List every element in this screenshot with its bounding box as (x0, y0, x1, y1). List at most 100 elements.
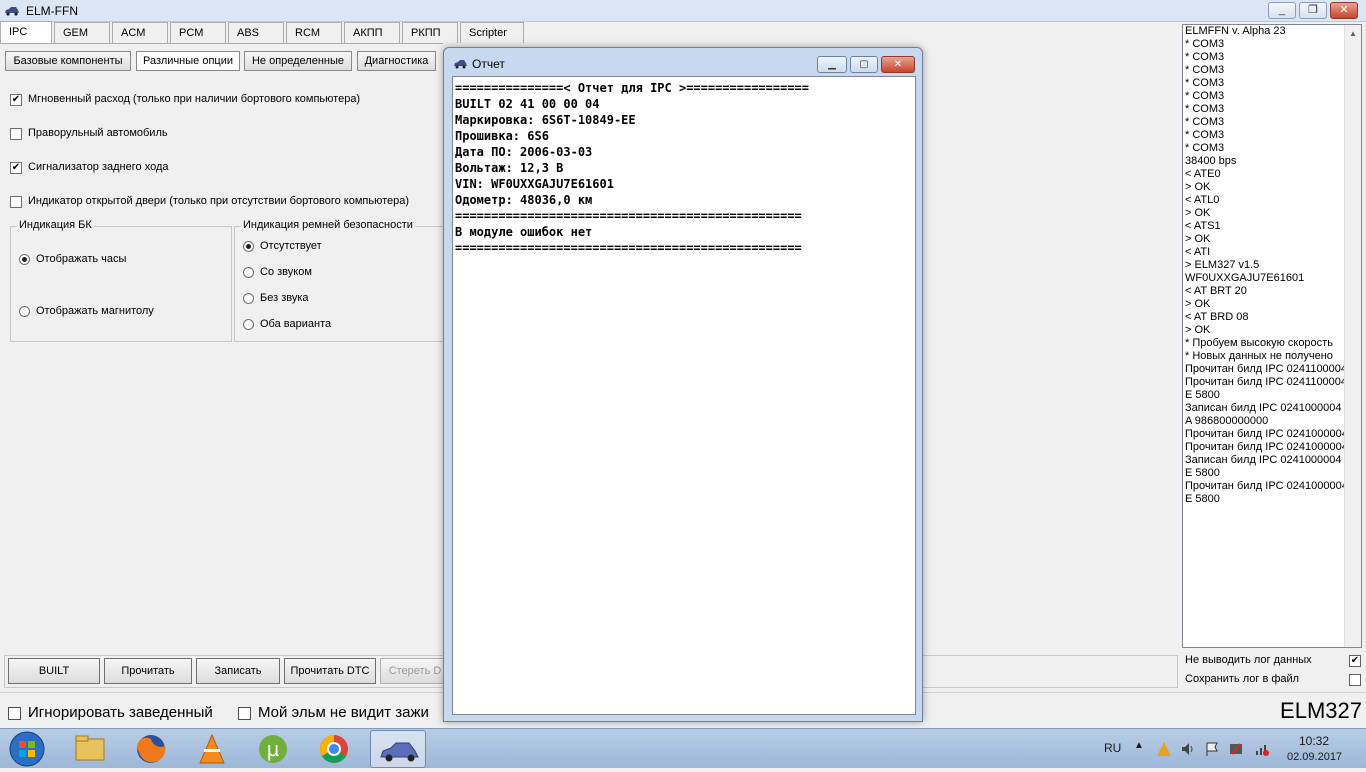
taskbar-vlc[interactable] (184, 730, 240, 768)
taskbar-elm-ffn[interactable] (370, 730, 426, 768)
radio-button[interactable] (243, 267, 254, 278)
adapter-label: ELM327 (1280, 698, 1362, 723)
read-dtc-button[interactable]: Прочитать DTC (284, 658, 376, 684)
dialog-title: Отчет (472, 57, 505, 71)
tab-abs[interactable]: ABS (228, 22, 284, 43)
report-line: В модуле ошибок нет (455, 225, 593, 239)
car-icon (5, 7, 19, 16)
checkbox[interactable] (8, 707, 21, 720)
log-line: < AT BRT 20 (1185, 285, 1247, 297)
dialog-close-button[interactable]: ✕ (881, 56, 915, 73)
checkbox[interactable]: ✔ (10, 162, 22, 174)
log-line: > OK (1185, 233, 1211, 245)
log-line: * Новых данных не получено (1185, 350, 1333, 362)
option-label: Индикатор открытой двери (только при отс… (28, 195, 410, 207)
radio-button[interactable] (243, 241, 254, 252)
log-line: > OK (1185, 298, 1211, 310)
taskbar-explorer[interactable] (62, 730, 118, 768)
clear-dtc-button[interactable]: Стереть D (380, 658, 450, 684)
checkbox[interactable] (238, 707, 251, 720)
report-text: ===============< Отчет для IPC >========… (452, 76, 916, 715)
tab-ipc[interactable]: IPC (0, 21, 52, 44)
main-titlebar: ELM-FFN _ ❐ ✕ (0, 0, 1366, 22)
log-line: E 5800 (1185, 389, 1220, 401)
log-line: Прочитан билд IPC 0241100004 (1185, 363, 1348, 375)
checkbox[interactable] (10, 196, 22, 208)
subtab-undefined[interactable]: Не определенные (244, 51, 352, 71)
dialog-maximize-button[interactable]: ▢ (850, 56, 878, 73)
tab-akpp[interactable]: АКПП (344, 22, 400, 43)
log-line: * COM3 (1185, 129, 1225, 141)
checkbox[interactable]: ✔ (1349, 655, 1361, 667)
tab-rkpp[interactable]: РКПП (402, 22, 458, 43)
log-line: * COM3 (1185, 103, 1225, 115)
language-indicator[interactable]: RU (1104, 741, 1121, 755)
save-log-option[interactable]: Сохранить лог в файл (1185, 673, 1365, 689)
write-button[interactable]: Записать (196, 658, 280, 684)
log-line: * COM3 (1185, 142, 1225, 154)
no-log-option[interactable]: Не выводить лог данных ✔ (1185, 654, 1365, 670)
report-line: ========================================… (455, 209, 802, 223)
minimize-button[interactable]: _ (1268, 2, 1296, 19)
log-scrollbar[interactable]: ▲ (1344, 25, 1361, 647)
scroll-up-icon[interactable]: ▲ (1345, 25, 1361, 42)
maximize-button[interactable]: ❐ (1299, 2, 1327, 19)
device-icon[interactable] (1228, 741, 1244, 757)
log-line: Прочитан билд IPC 0241000004 (1185, 480, 1348, 492)
log-line: E 5800 (1185, 493, 1220, 505)
log-panel[interactable]: ELMFFN v. Alpha 23 * COM3 * COM3 * COM3 * CO… (1182, 24, 1362, 648)
tab-scripter[interactable]: Scripter (460, 22, 524, 43)
taskbar-chrome[interactable] (306, 730, 362, 768)
subtab-base-components[interactable]: Базовые компоненты (5, 51, 131, 71)
taskbar-firefox[interactable] (123, 730, 179, 768)
log-line: Записан билд IPC 0241000004 (1185, 402, 1342, 414)
volume-icon[interactable] (1180, 741, 1196, 757)
log-line: > OK (1185, 207, 1211, 219)
clock-date[interactable]: 02.09.2017 (1287, 751, 1342, 763)
clock-time[interactable]: 10:32 (1299, 734, 1329, 748)
report-line: Вольтаж: 12,3 В (455, 161, 564, 175)
checkbox[interactable] (1349, 674, 1361, 686)
subtab-diagnostics[interactable]: Диагностика (357, 51, 436, 71)
checkbox[interactable] (10, 128, 22, 140)
folder-icon (75, 735, 105, 761)
warning-icon[interactable] (1156, 741, 1172, 757)
radio-label: Отображать часы (36, 253, 127, 265)
car-icon (454, 60, 467, 69)
tab-acm[interactable]: ACM (112, 22, 168, 43)
log-line: > ELM327 v1.5 (1185, 259, 1260, 271)
option-label: Сигнализатор заднего хода (28, 161, 169, 173)
tab-rcm[interactable]: RCM (286, 22, 342, 43)
flag-icon[interactable] (1204, 741, 1220, 757)
read-button[interactable]: Прочитать (104, 658, 192, 684)
network-icon[interactable] (1254, 741, 1270, 757)
radio-button[interactable] (243, 293, 254, 304)
close-button[interactable]: ✕ (1330, 2, 1358, 19)
log-line: E 5800 (1185, 467, 1220, 479)
start-button-icon[interactable] (3, 730, 51, 768)
log-line: < ATI (1185, 246, 1211, 258)
log-line: * COM3 (1185, 64, 1225, 76)
report-line: Одометр: 48036,0 км (455, 193, 593, 207)
group-title: Индикация ремней безопасности (241, 219, 415, 231)
radio-button[interactable] (19, 254, 30, 265)
log-line: * Пробуем высокую скорость (1185, 337, 1333, 349)
dialog-minimize-button[interactable]: ▁ (817, 56, 847, 73)
taskbar-utorrent[interactable]: µ (245, 730, 301, 768)
built-button[interactable]: BUILT (8, 658, 100, 684)
radio-button[interactable] (19, 306, 30, 317)
log-line: * COM3 (1185, 116, 1225, 128)
report-line: ========================================… (455, 241, 802, 255)
subtab-various-options[interactable]: Различные опции (136, 51, 240, 71)
log-line: WF0UXXGAJU7E61601 (1185, 272, 1305, 284)
log-line: > OK (1185, 324, 1211, 336)
checkbox[interactable]: ✔ (10, 94, 22, 106)
tray-expand-icon[interactable]: ▲ (1134, 740, 1144, 751)
utorrent-icon: µ (259, 735, 287, 763)
tab-gem[interactable]: GEM (54, 22, 110, 43)
car-icon (380, 742, 419, 762)
radio-button[interactable] (243, 319, 254, 330)
chrome-icon (320, 735, 348, 763)
checkbox-label: Игнорировать заведенный (28, 704, 213, 721)
tab-pcm[interactable]: PCM (170, 22, 226, 43)
